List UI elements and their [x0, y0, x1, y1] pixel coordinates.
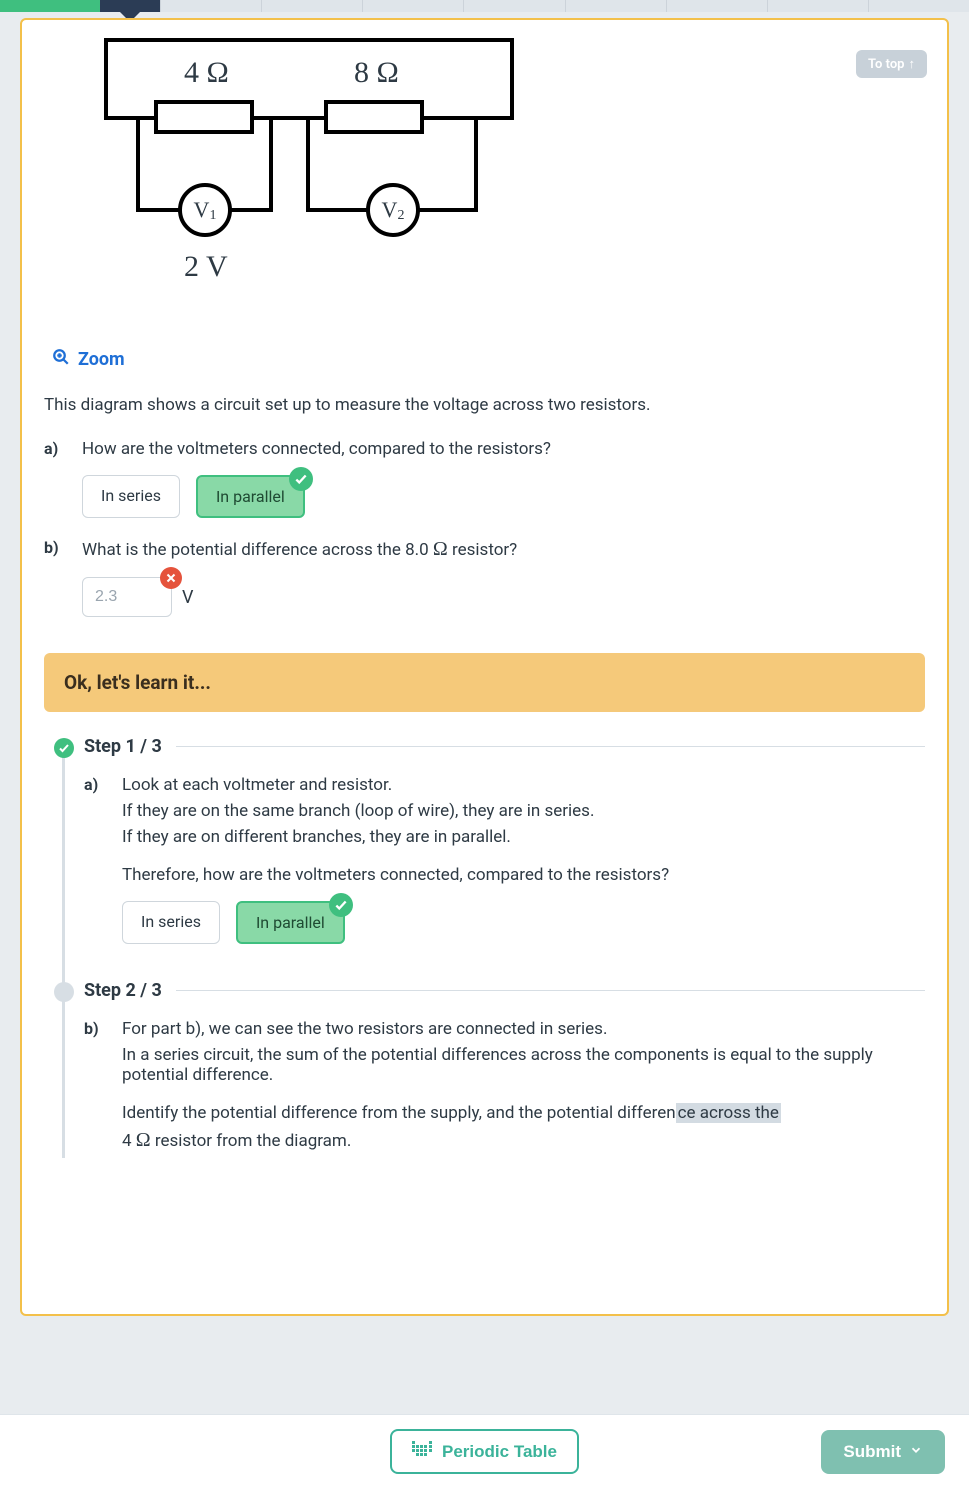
- step-2-part-label: b): [84, 1019, 108, 1158]
- step-2-dot: [54, 982, 74, 1002]
- part-a: a) How are the voltmeters connected, com…: [44, 439, 925, 518]
- question-stem: This diagram shows a circuit set up to m…: [44, 395, 925, 415]
- zoom-in-icon: [52, 348, 70, 371]
- part-a-text: How are the voltmeters connected, compar…: [82, 439, 925, 459]
- check-icon: [289, 467, 313, 491]
- to-top-label: To top: [868, 57, 904, 72]
- cross-icon: [160, 567, 182, 589]
- step1-choice-series[interactable]: In series: [122, 901, 220, 944]
- step-1-title: Step 1 / 3: [84, 736, 162, 757]
- arrow-up-icon: ↑: [909, 56, 916, 72]
- part-a-label: a): [44, 439, 68, 518]
- voltmeter-1: V1: [178, 183, 232, 237]
- progress-bar: [0, 0, 969, 12]
- answer-unit: V: [182, 587, 193, 608]
- choice-in-parallel[interactable]: In parallel: [196, 475, 305, 518]
- step-1: Step 1 / 3 a) Look at each voltmeter and…: [84, 736, 925, 944]
- step-2-title: Step 2 / 3: [84, 980, 162, 1001]
- to-top-button[interactable]: To top ↑: [856, 50, 927, 78]
- part-b-label: b): [44, 538, 68, 617]
- choice-in-series[interactable]: In series: [82, 475, 180, 518]
- periodic-table-button[interactable]: Periodic Table: [390, 1429, 579, 1474]
- part-b: b) What is the potential difference acro…: [44, 538, 925, 617]
- answer-input-b[interactable]: [82, 577, 172, 617]
- zoom-label: Zoom: [78, 349, 125, 370]
- steps-timeline: Step 1 / 3 a) Look at each voltmeter and…: [54, 736, 925, 1158]
- bottom-bar: Periodic Table Submit: [0, 1414, 969, 1488]
- question-card: To top ↑ 4 Ω 8 Ω V1 2 V V2: [20, 18, 949, 1316]
- voltmeter-2: V2: [366, 183, 420, 237]
- step-1-part-label: a): [84, 775, 108, 944]
- zoom-button[interactable]: Zoom: [52, 348, 925, 371]
- check-icon: [329, 893, 353, 917]
- step-1-dot: [54, 738, 74, 758]
- voltmeter-1-reading: 2 V: [184, 250, 228, 284]
- submit-label: Submit: [843, 1442, 901, 1462]
- periodic-label: Periodic Table: [442, 1442, 557, 1462]
- lets-learn-banner: Ok, let's learn it...: [44, 653, 925, 712]
- resistor-1-label: 4 Ω: [184, 56, 229, 90]
- step1-choice-parallel[interactable]: In parallel: [236, 901, 345, 944]
- step-2: Step 2 / 3 b) For part b), we can see th…: [84, 980, 925, 1158]
- resistor-2-label: 8 Ω: [354, 56, 399, 90]
- circuit-diagram: 4 Ω 8 Ω V1 2 V V2: [74, 38, 514, 318]
- grid-icon: [412, 1441, 432, 1462]
- part-b-text: What is the potential difference across …: [82, 538, 925, 561]
- submit-button[interactable]: Submit: [821, 1430, 945, 1474]
- chevron-down-icon: [909, 1442, 923, 1462]
